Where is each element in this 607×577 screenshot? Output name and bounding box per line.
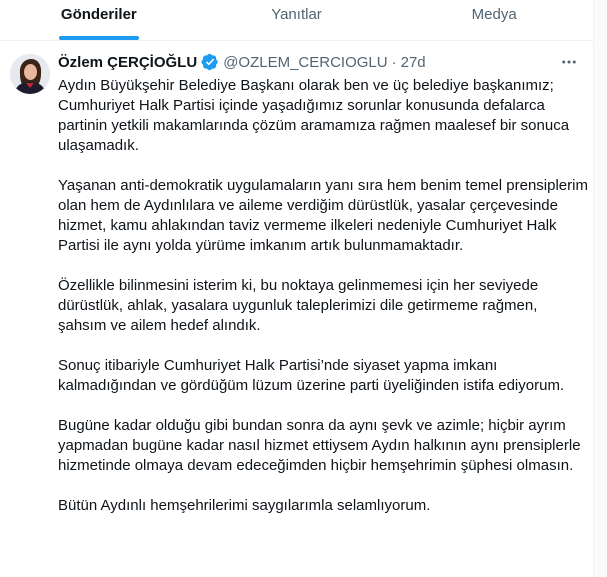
- avatar[interactable]: [10, 54, 50, 94]
- active-tab-indicator: [58, 36, 139, 40]
- tab-replies[interactable]: Yanıtlar: [198, 0, 396, 40]
- tweet-text: Aydın Büyükşehir Belediye Başkanı olarak…: [58, 76, 588, 536]
- author-handle[interactable]: @OZLEM_CERCIOGLU: [223, 54, 387, 71]
- tweet-header: Özlem ÇERÇİOĞLU @OZLEM_CERCIOGLU · 27d: [58, 52, 426, 72]
- profile-tabs: Gönderiler Yanıtlar Medya: [0, 0, 593, 41]
- tab-posts[interactable]: Gönderiler: [0, 0, 198, 40]
- tweet-paragraph: Bütün Aydınlı hemşehrilerimi saygılarıml…: [58, 497, 431, 514]
- profile-timeline: Gönderiler Yanıtlar Medya Özlem ÇERÇİOĞL…: [0, 0, 607, 577]
- author-name[interactable]: Özlem ÇERÇİOĞLU: [58, 54, 197, 71]
- verified-badge-icon: [201, 53, 219, 71]
- tweet-timestamp[interactable]: 27d: [401, 54, 426, 71]
- tweet-paragraph: Bugüne kadar olduğu gibi bundan sonra da…: [58, 417, 581, 474]
- tab-media-label: Medya: [471, 6, 517, 23]
- avatar-image: [10, 54, 50, 94]
- tweet-paragraph: Yaşanan anti-demokratik uygulamaların ya…: [58, 177, 588, 254]
- tweet-paragraph: Özellikle bilinmesini isterim ki, bu nok…: [58, 277, 539, 334]
- tab-media[interactable]: Medya: [395, 0, 593, 40]
- scrollbar[interactable]: [594, 0, 607, 577]
- tab-posts-label: Gönderiler: [60, 6, 137, 23]
- tab-replies-label: Yanıtlar: [271, 6, 322, 23]
- more-options-button[interactable]: [557, 52, 581, 72]
- tweet-paragraph: Aydın Büyükşehir Belediye Başkanı olarak…: [58, 77, 570, 154]
- more-horizontal-icon: [562, 60, 576, 64]
- tweet-paragraph: Sonuç itibariyle Cumhuriyet Halk Partisi…: [58, 357, 565, 394]
- separator-dot: ·: [391, 53, 397, 71]
